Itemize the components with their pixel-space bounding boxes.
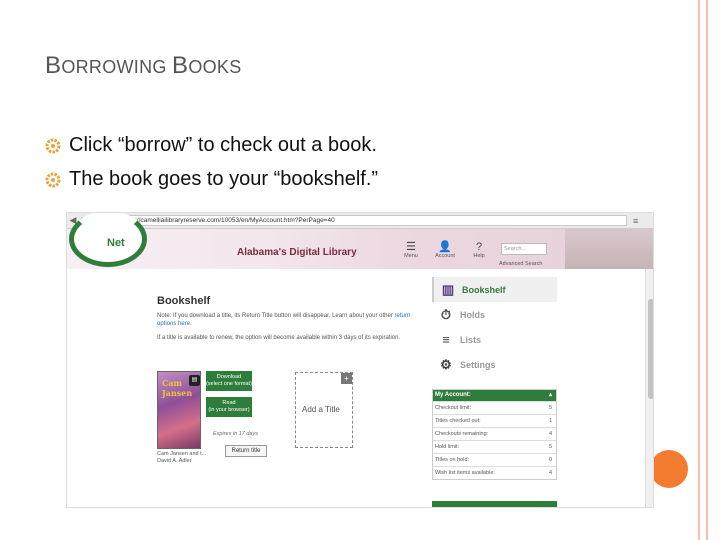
address-bar[interactable]: https://camelliailibraryreserve.com/1005… [107, 215, 627, 226]
url-text: https://camelliailibraryreserve.com/1005… [121, 217, 335, 224]
nav-item-lists[interactable]: ≡ Lists [432, 327, 557, 352]
settings-icon: ⚙ [440, 357, 452, 372]
account-summary-header[interactable]: My Account: ▴ [433, 390, 556, 401]
scrollbar-thumb[interactable] [648, 299, 653, 399]
nav-item-label: Settings [460, 359, 496, 370]
nav-item-bookshelf[interactable]: ▥ Bookshelf [432, 277, 557, 302]
renew-note: If a title is available to renew, the op… [157, 335, 401, 341]
download-button[interactable]: Download (select one format) [206, 371, 252, 391]
site-header: Net Alabama's Digital Library ☰ Menu 👤 A… [67, 213, 565, 269]
chevron-up-icon: ▴ [548, 392, 552, 398]
search-input[interactable]: Search... [501, 243, 547, 255]
header-photo [565, 229, 653, 269]
header-help-label: Help [473, 253, 485, 259]
header-menu-button[interactable]: ☰ Menu [397, 241, 425, 259]
book-format-icon: ▤ [189, 375, 200, 386]
holds-icon: ⏱ [440, 307, 452, 322]
logo-text[interactable]: Net [107, 237, 125, 249]
account-icon: 👤 [438, 241, 452, 253]
bullet-item: Click “borrow” to check out a book. [45, 134, 377, 157]
browser-toolbar: ◀ ▶ ↻ https://camelliailibraryreserve.co… [67, 213, 653, 229]
book-byline: Cam Jansen and t... David A. Adler [157, 451, 207, 464]
header-help-button[interactable]: ? Help [465, 241, 493, 259]
account-side-nav: ▥ Bookshelf ⏱ Holds ≡ Lists ⚙ Settings [432, 277, 557, 377]
add-title-tile[interactable]: + Add a Title [295, 372, 353, 448]
gear-bullet-icon [45, 138, 61, 153]
gear-bullet-icon [45, 172, 61, 187]
bookshelf-icon: ▥ [441, 282, 455, 297]
slide-edge-line-right [706, 0, 708, 540]
account-row: Checkouts remaining: 4 [433, 427, 556, 440]
slide-edge-line-left [698, 0, 700, 540]
account-summary: My Account: ▴ Checkout limit: 5 Titles che… [432, 389, 557, 480]
nav-item-label: Holds [460, 309, 486, 320]
nav-item-settings[interactable]: ⚙ Settings [432, 352, 557, 377]
account-row: Checkout limit: 5 [433, 401, 556, 414]
embedded-screenshot: ◀ ▶ ↻ https://camelliailibraryreserve.co… [66, 212, 654, 508]
site-name: Alabama's Digital Library [237, 247, 357, 258]
account-row: Hold limit: 5 [433, 440, 556, 453]
book-cover[interactable]: Cam Jansen ▤ [157, 371, 201, 449]
nav-item-label: Bookshelf [462, 284, 506, 295]
page-content: Bookshelf Note: If you download a title,… [67, 269, 653, 507]
expiry-text: Expires in 17 days [213, 431, 258, 437]
account-row: Titles checked out: 1 [433, 414, 556, 427]
next-panel-header [432, 501, 557, 507]
lists-icon: ≡ [442, 332, 450, 347]
nav-item-label: Lists [460, 334, 482, 345]
header-account-button[interactable]: 👤 Account [431, 241, 459, 259]
page-title: Bookshelf [157, 295, 211, 307]
help-icon: ? [475, 241, 483, 253]
advanced-search-link[interactable]: Advanced Search [499, 261, 542, 267]
slide-title: BORROWING BOOKS [45, 52, 242, 79]
nav-item-holds[interactable]: ⏱ Holds [432, 302, 557, 327]
header-menu-label: Menu [404, 253, 418, 259]
return-title-button[interactable]: Return title [225, 445, 267, 457]
bullet-text: Click “borrow” to check out a book. [69, 134, 377, 156]
bullet-text: The book goes to your “bookshelf.” [69, 168, 379, 190]
add-title-label: Add a Title [302, 405, 340, 414]
browser-menu-icon[interactable]: ≡ [633, 216, 638, 226]
account-row: Wish list items available: 4 [433, 466, 556, 479]
slide-accent-circle [650, 450, 688, 488]
header-account-label: Account [435, 253, 455, 259]
page-scrollbar[interactable] [645, 269, 653, 507]
bullet-item: The book goes to your “bookshelf.” [45, 168, 378, 191]
account-row: Titles on hold: 0 [433, 453, 556, 466]
bookshelf-note: Note: If you download a title, its Retur… [157, 313, 411, 327]
menu-icon: ☰ [406, 241, 416, 253]
plus-icon: + [341, 373, 352, 384]
read-button[interactable]: Read (in your browser) [206, 397, 252, 417]
